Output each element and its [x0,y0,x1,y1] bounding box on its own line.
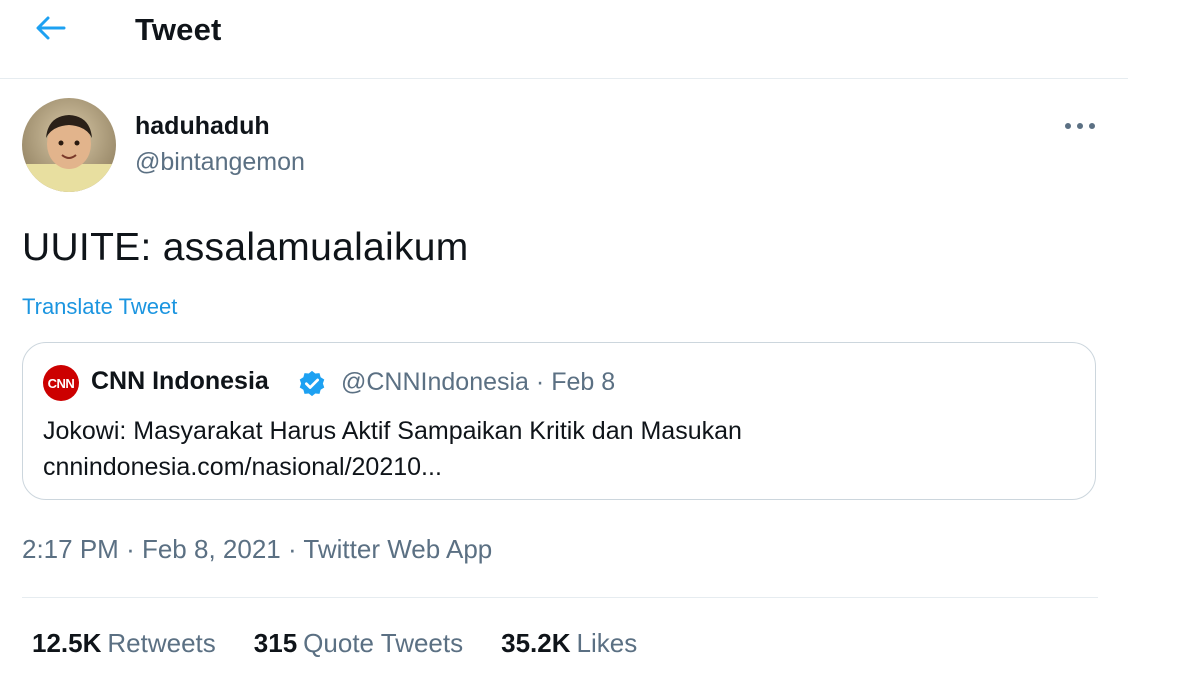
quote-tweets-label: Quote Tweets [303,628,464,658]
avatar-image [22,98,116,192]
cnn-logo-text: CNN [47,375,75,391]
verified-badge-icon [299,370,325,397]
quoted-date: Feb 8 [551,368,616,396]
arrow-left-icon [36,16,66,40]
tweet-timestamp: 2:17 PM · Feb 8, 2021 · Twitter Web App [22,534,492,565]
meta-separator: · [126,534,135,564]
quoted-text-line2: cnnindonesia.com/nasional/20210... [43,453,442,481]
quoted-tweet-card[interactable]: CNN CNN Indonesia @CNNIndonesia · Feb 8 … [22,342,1096,500]
back-button[interactable] [28,8,74,48]
cnn-logo-icon: CNN [43,365,79,401]
tweet-source[interactable]: Twitter Web App [303,534,492,564]
quoted-text-line1: Jokowi: Masyarakat Harus Aktif Sampaikan… [43,417,742,445]
avatar[interactable] [22,98,116,192]
page-title: Tweet [135,12,222,47]
quoted-text: Jokowi: Masyarakat Harus Aktif Sampaikan… [43,413,1073,485]
quoted-handle: @CNNIndonesia [341,368,529,396]
tweet-stats: 12.5K Retweets 315 Quote Tweets 35.2K Likes [32,628,637,659]
meta-separator: · [535,368,545,396]
likes-stat[interactable]: 35.2K Likes [501,628,637,659]
more-horizontal-icon [1065,123,1095,129]
quoted-author-name: CNN Indonesia [91,367,269,395]
tweet-text: UUITE: assalamualaikum [22,226,469,269]
author-handle[interactable]: @bintangemon [135,148,305,177]
page-header: Tweet [0,0,1128,79]
author-name[interactable]: haduhaduh [135,112,270,141]
likes-label: Likes [576,628,638,658]
divider [22,597,1098,598]
retweets-label: Retweets [107,628,216,658]
quote-tweets-stat[interactable]: 315 Quote Tweets [254,628,463,659]
likes-count: 35.2K [501,628,571,658]
quote-tweets-count: 315 [253,628,298,658]
translate-tweet-link[interactable]: Translate Tweet [22,294,177,320]
tweet-date[interactable]: Feb 8, 2021 [142,534,281,564]
retweets-count: 12.5K [32,628,102,658]
quoted-meta: @CNNIndonesia · Feb 8 [341,368,615,397]
more-options-button[interactable] [1058,110,1102,142]
tweet-time[interactable]: 2:17 PM [22,534,119,564]
meta-separator: · [287,534,297,564]
retweets-stat[interactable]: 12.5K Retweets [32,628,216,659]
